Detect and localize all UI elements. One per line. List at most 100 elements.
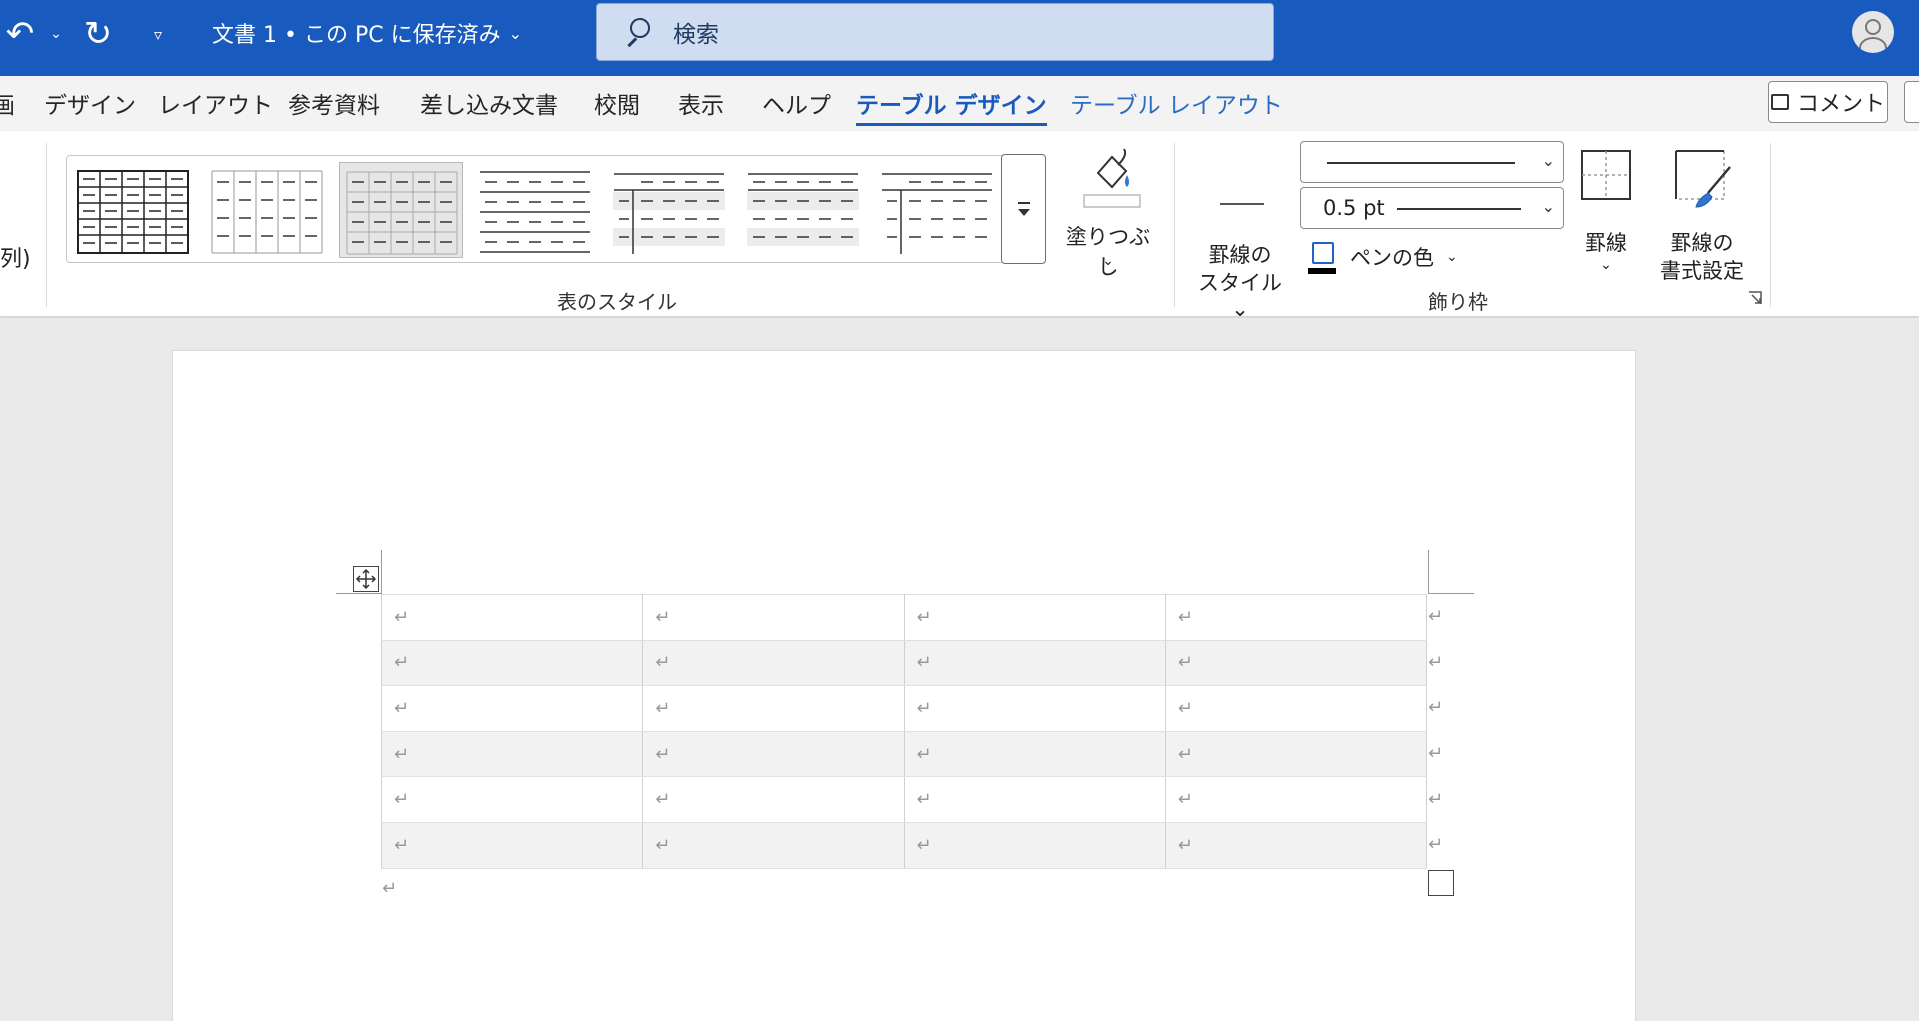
table-cell[interactable]: ↵ — [903, 776, 1166, 823]
search-placeholder: 検索 — [673, 22, 719, 48]
tab-table-design[interactable]: テーブル デザイン — [856, 86, 1047, 126]
crop-mark — [381, 550, 382, 594]
table-style-light-grid-selected[interactable] — [339, 162, 463, 258]
table-cell[interactable]: ↵ — [642, 730, 905, 778]
tab-table-layout[interactable]: テーブル レイアウト — [1070, 86, 1283, 120]
paint-bucket-icon — [1083, 148, 1141, 208]
line-weight-value: 0.5 pt — [1323, 196, 1385, 220]
document-title-text: 文書 1 • この PC に保存済み — [212, 23, 501, 48]
table-move-handle[interactable] — [353, 566, 379, 592]
table-cell[interactable]: ↵ — [380, 821, 644, 869]
customize-quick-access-icon[interactable]: ▿ — [146, 14, 170, 54]
border-painter-icon — [1675, 150, 1731, 208]
table-cell[interactable]: ↵ — [903, 639, 1166, 687]
table-cell[interactable]: ↵ — [642, 594, 905, 641]
shading-button[interactable]: 塗りつぶし ⌄ — [1056, 143, 1160, 293]
group-separator — [1174, 143, 1175, 307]
table-cell[interactable]: ↵ — [642, 639, 905, 687]
tab-mailings[interactable]: 差し込み文書 — [420, 86, 558, 120]
table-style-horizontal-lines[interactable] — [473, 162, 597, 258]
chevron-down-icon: ⌄ — [1446, 249, 1458, 265]
table-style-banded-first-column[interactable] — [607, 162, 731, 258]
table-cell[interactable]: ↵ — [1164, 685, 1428, 732]
border-painter-label-2: 書式設定 — [1660, 259, 1744, 283]
redo-icon[interactable]: ↻ — [76, 14, 120, 54]
paragraph-mark: ↵ — [382, 878, 398, 899]
pen-icon — [1308, 240, 1338, 274]
table-cell[interactable]: ↵ — [642, 821, 905, 869]
table-cell[interactable]: ↵ — [380, 685, 644, 732]
pen-color-button[interactable]: ペンの色 ⌄ — [1308, 240, 1458, 274]
editing-mode-button[interactable] — [1904, 81, 1919, 123]
border-painter-label-1: 罫線の — [1670, 231, 1734, 255]
line-weight-dropdown[interactable]: 0.5 pt ⌄ — [1300, 187, 1564, 229]
tab-draw-partial[interactable]: 画 — [0, 86, 15, 120]
dialog-launcher-icon[interactable] — [1748, 291, 1762, 305]
row-end-mark: ↵ — [1428, 788, 1444, 810]
table-cell[interactable]: ↵ — [1164, 821, 1428, 869]
chevron-down-icon: ⌄ — [1102, 253, 1114, 269]
gallery-more-button[interactable] — [1001, 154, 1046, 264]
undo-dropdown-icon[interactable]: ⌄ — [46, 14, 66, 54]
table-row: ↵ ↵ ↵ ↵ — [380, 821, 1428, 869]
border-styles-label-2: スタイル ⌄ — [1198, 271, 1282, 321]
table-style-gallery — [66, 155, 1046, 263]
account-avatar-icon[interactable] — [1852, 11, 1894, 53]
comment-button[interactable]: コメント — [1768, 81, 1888, 123]
chevron-down-icon: ⌄ — [1600, 257, 1612, 273]
table-cell[interactable]: ↵ — [380, 730, 644, 778]
crop-mark — [1428, 550, 1429, 594]
table-style-grid[interactable] — [71, 162, 195, 258]
table-style-header-first-column[interactable] — [875, 162, 999, 258]
border-styles-label-1: 罫線の — [1208, 243, 1272, 267]
table-cell[interactable]: ↵ — [380, 594, 644, 641]
table-cell[interactable]: ↵ — [380, 639, 644, 687]
tab-design[interactable]: デザイン — [44, 86, 136, 120]
table-row: ↵ ↵ ↵ ↵ — [380, 776, 1428, 823]
row-end-mark: ↵ — [1428, 743, 1444, 765]
line-style-preview — [1327, 162, 1515, 164]
comment-label: コメント — [1796, 92, 1885, 117]
table-resize-handle[interactable] — [1428, 870, 1454, 896]
ribbon-partial-label: 列) — [0, 247, 31, 272]
table-cell[interactable]: ↵ — [642, 685, 905, 732]
document-title[interactable]: 文書 1 • この PC に保存済み ⌄ — [212, 18, 522, 48]
table-cell[interactable]: ↵ — [903, 594, 1166, 641]
table-cell[interactable]: ↵ — [903, 821, 1166, 869]
tab-references[interactable]: 参考資料 — [288, 86, 380, 120]
table-row: ↵ ↵ ↵ ↵ — [380, 594, 1428, 641]
tab-review[interactable]: 校閲 — [594, 86, 640, 120]
group-label-table-styles: 表のスタイル — [557, 290, 677, 314]
line-style-dropdown[interactable]: ⌄ — [1300, 141, 1564, 183]
group-separator — [46, 143, 47, 307]
table-cell[interactable]: ↵ — [1164, 639, 1428, 687]
undo-icon[interactable]: ↶ — [0, 14, 40, 54]
ribbon-panel: 列) 表のスタイル 塗りつぶし ⌄ 罫線の スタイル ⌄ ⌄ 0.5 pt ⌄ … — [0, 131, 1919, 321]
tab-help[interactable]: ヘルプ — [762, 86, 831, 120]
group-separator — [1770, 143, 1771, 307]
crop-mark — [336, 593, 381, 594]
tab-view[interactable]: 表示 — [678, 86, 724, 120]
pen-color-label: ペンの色 — [1350, 246, 1434, 270]
group-label-borders: 飾り枠 — [1428, 290, 1488, 314]
document-table[interactable]: ↵ ↵ ↵ ↵ ↵ ↵ ↵ ↵ ↵ ↵ ↵ ↵ ↵ ↵ ↵ ↵ ↵ ↵ ↵ ↵ ↵ ↵ ↵ ↵ — [380, 594, 1428, 869]
row-end-marks: ↵ ↵ ↵ ↵ ↵ ↵ — [1428, 594, 1448, 868]
table-cell[interactable]: ↵ — [1164, 594, 1428, 641]
table-cell[interactable]: ↵ — [903, 730, 1166, 778]
table-cell[interactable]: ↵ — [1164, 730, 1428, 778]
table-style-banded-rows[interactable] — [741, 162, 865, 258]
row-end-mark: ↵ — [1428, 606, 1444, 628]
tab-layout[interactable]: レイアウト — [158, 86, 273, 120]
table-cell[interactable]: ↵ — [1164, 776, 1428, 823]
table-style-plain[interactable] — [205, 162, 329, 258]
table-cell[interactable]: ↵ — [903, 685, 1166, 732]
row-end-mark: ↵ — [1428, 651, 1444, 673]
table-cell[interactable]: ↵ — [380, 776, 644, 823]
line-weight-preview — [1397, 208, 1521, 210]
table-row: ↵ ↵ ↵ ↵ — [380, 685, 1428, 732]
table-cell[interactable]: ↵ — [642, 776, 905, 823]
search-box[interactable]: 検索 — [596, 3, 1274, 61]
move-arrows-icon — [355, 568, 377, 590]
borders-grid-icon — [1581, 150, 1631, 200]
chevron-down-icon: ⌄ — [508, 23, 522, 43]
